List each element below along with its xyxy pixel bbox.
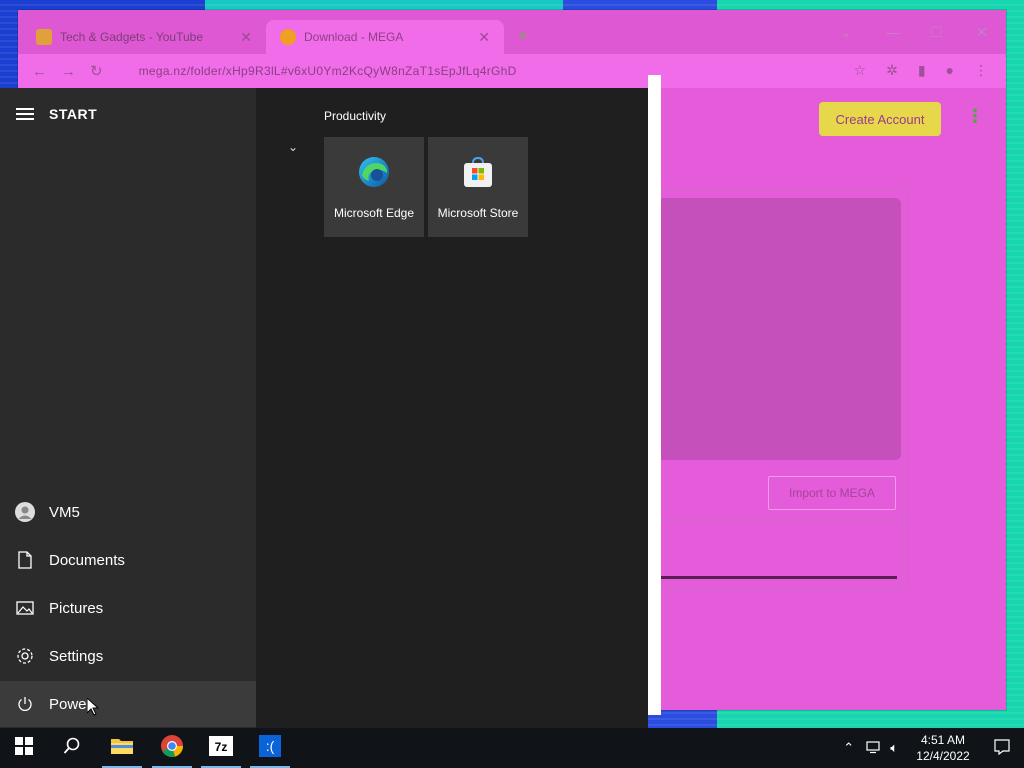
chrome-button[interactable] bbox=[148, 728, 196, 768]
start-title: START bbox=[49, 106, 98, 122]
tile-group-title[interactable]: Productivity bbox=[324, 109, 386, 123]
notification-center-icon[interactable] bbox=[980, 738, 1024, 758]
user-avatar-icon bbox=[0, 502, 49, 522]
start-tiles-area: Productivity ⌄ Microsoft Edge Microsoft … bbox=[256, 88, 648, 728]
tile-label: Microsoft Edge bbox=[333, 205, 415, 220]
active-app-button[interactable]: :( bbox=[246, 728, 294, 768]
browser-menu-icon[interactable]: ⋮ bbox=[974, 62, 988, 79]
new-tab-button[interactable]: + bbox=[518, 28, 527, 46]
sidebar-item-settings[interactable]: Settings bbox=[0, 633, 256, 679]
address-bar: ← → ↻ mega.nz/folder/xHp9R3lL#v6xU0Ym2Kc… bbox=[18, 54, 1006, 88]
store-icon bbox=[461, 155, 495, 194]
panel-divider bbox=[643, 518, 905, 519]
start-menu-shadow-edge bbox=[648, 75, 661, 715]
sidebar-item-user[interactable]: VM5 bbox=[0, 489, 256, 535]
chevron-up-icon[interactable]: ⌃ bbox=[843, 740, 854, 756]
download-progress-bar bbox=[643, 576, 897, 579]
extension-icon[interactable]: ✲ bbox=[886, 62, 898, 79]
sidebar-item-label: Pictures bbox=[49, 599, 104, 617]
network-icon[interactable] bbox=[866, 740, 882, 757]
tab-close-icon[interactable]: ✕ bbox=[478, 29, 490, 46]
sidebar-item-label: VM5 bbox=[49, 503, 80, 521]
svg-text:7z: 7z bbox=[215, 740, 228, 754]
hamburger-menu-icon[interactable] bbox=[16, 108, 34, 122]
windows-logo-icon bbox=[15, 736, 33, 760]
clock-time: 4:51 AM bbox=[920, 733, 966, 747]
maximize-button[interactable]: ☐ bbox=[930, 24, 943, 41]
mouse-cursor-icon bbox=[86, 696, 100, 721]
sidebar-item-pictures[interactable]: Pictures bbox=[0, 585, 256, 631]
tab-youtube[interactable]: Tech & Gadgets - YouTube ✕ bbox=[22, 20, 266, 54]
power-icon bbox=[0, 696, 49, 712]
7zip-button[interactable]: 7z bbox=[197, 728, 245, 768]
create-account-button[interactable]: Create Account bbox=[819, 102, 941, 136]
chrome-icon bbox=[160, 734, 184, 763]
mega-favicon-icon bbox=[280, 29, 296, 45]
sidebar-item-label: Settings bbox=[49, 647, 104, 665]
start-menu-sidebar: START VM5 Documents Pictures Settings Po… bbox=[0, 88, 256, 728]
sidebar-item-label: Documents bbox=[49, 551, 125, 569]
folder-icon bbox=[110, 736, 134, 761]
volume-icon[interactable]: 🔈︎ bbox=[890, 740, 898, 756]
edge-icon bbox=[357, 155, 391, 194]
clock[interactable]: 4:51 AM 12/4/2022 bbox=[906, 732, 980, 764]
taskbar: 7z :( ⌃ 🔈︎ 4:51 AM 12/4/2022 bbox=[0, 728, 1024, 768]
tile-label: Microsoft Store bbox=[437, 205, 519, 220]
tab-mega[interactable]: Download - MEGA ✕ bbox=[266, 20, 504, 54]
7zip-icon: 7z bbox=[209, 735, 233, 761]
sad-face-app-icon: :( bbox=[259, 734, 281, 762]
tile-microsoft-store[interactable]: Microsoft Store bbox=[428, 137, 528, 237]
sidebar-item-documents[interactable]: Documents bbox=[0, 537, 256, 583]
clock-date: 12/4/2022 bbox=[916, 749, 970, 763]
sidebar-icon[interactable]: ▮ bbox=[918, 62, 926, 79]
minimize-button[interactable]: — bbox=[886, 24, 900, 40]
start-button[interactable] bbox=[0, 728, 48, 768]
search-button[interactable] bbox=[48, 728, 96, 768]
start-menu: START VM5 Documents Pictures Settings Po… bbox=[0, 88, 648, 728]
tab-title: Download - MEGA bbox=[304, 30, 404, 44]
youtube-favicon-icon bbox=[36, 29, 52, 45]
sidebar-item-label: Power bbox=[49, 695, 92, 713]
sidebar-item-power[interactable]: Power bbox=[0, 681, 256, 727]
tile-microsoft-edge[interactable]: Microsoft Edge bbox=[324, 137, 424, 237]
chevron-down-icon[interactable]: ⌄ bbox=[288, 140, 298, 154]
forward-arrow-icon[interactable]: → bbox=[61, 63, 76, 80]
tab-close-icon[interactable]: ✕ bbox=[240, 29, 252, 46]
profile-icon[interactable]: ● bbox=[946, 62, 954, 79]
search-icon bbox=[63, 737, 81, 760]
file-preview-card bbox=[643, 198, 901, 460]
pictures-icon bbox=[0, 601, 49, 615]
url-field[interactable]: mega.nz/folder/xHp9R3lL#v6xU0Ym2KcQyW8nZ… bbox=[139, 64, 517, 78]
back-arrow-icon[interactable]: ← bbox=[32, 63, 47, 80]
bookmark-star-icon[interactable]: ☆ bbox=[854, 62, 867, 79]
gear-icon bbox=[0, 647, 49, 665]
system-tray: ⌃ 🔈︎ 4:51 AM 12/4/2022 bbox=[843, 728, 1024, 768]
file-explorer-button[interactable] bbox=[98, 728, 146, 768]
tab-search-icon[interactable]: ⌄ bbox=[840, 24, 852, 41]
close-window-button[interactable]: ✕ bbox=[976, 24, 988, 41]
page-menu-icon[interactable]: ⋮ bbox=[966, 106, 984, 127]
tab-bar: Tech & Gadgets - YouTube ✕ Download - ME… bbox=[18, 10, 1006, 54]
svg-text::(: :( bbox=[266, 738, 275, 754]
tab-title: Tech & Gadgets - YouTube bbox=[60, 30, 203, 44]
reload-icon[interactable]: ↻ bbox=[90, 62, 103, 80]
document-icon bbox=[0, 551, 49, 569]
import-to-mega-button[interactable]: Import to MEGA bbox=[768, 476, 896, 510]
